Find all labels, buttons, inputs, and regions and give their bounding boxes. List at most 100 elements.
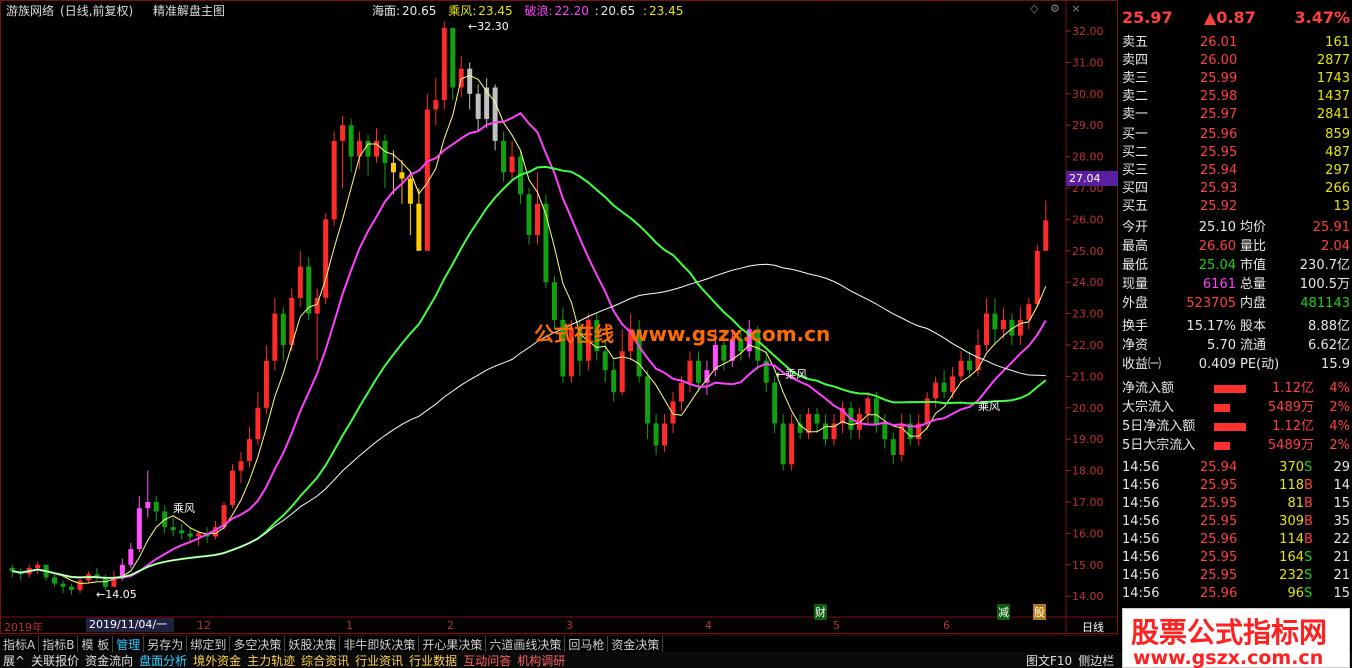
flow-bar xyxy=(1214,423,1246,431)
candle-body xyxy=(670,401,676,424)
bottom-tab[interactable]: 机构调研 xyxy=(514,652,568,668)
candle-body xyxy=(865,398,871,415)
candle-body xyxy=(246,439,252,462)
tab-item[interactable]: 指标B xyxy=(39,636,79,653)
tick-side: S xyxy=(1304,586,1313,601)
tick-price: 25.95 xyxy=(1200,550,1238,565)
marker-cai[interactable]: 财 xyxy=(814,604,827,620)
tick-volume: 164 xyxy=(1279,550,1304,565)
candle-body xyxy=(136,508,142,550)
kline-svg[interactable]: 32.0031.0030.0029.0028.0027.0026.0025.00… xyxy=(0,0,1118,634)
tick-side: S xyxy=(1304,550,1313,565)
y-tick-label: 22.00 xyxy=(1072,339,1104,352)
bid-row[interactable]: 买三 25.94 297 xyxy=(1122,162,1352,180)
stat-value: 8.88亿 xyxy=(1308,319,1350,334)
tab-item[interactable]: 指标A xyxy=(0,636,40,653)
ask-row[interactable]: 卖一 25.97 2841 xyxy=(1122,106,1352,124)
tick-time: 14:56 xyxy=(1122,550,1160,565)
tick-time: 14:56 xyxy=(1122,532,1160,547)
candle-body xyxy=(441,27,447,101)
period-type: (日线,前复权) xyxy=(60,4,134,18)
bottom-tab[interactable]: 互动问答 xyxy=(460,652,514,668)
indicator-tabs: 指标A 指标B 模 板管理 另存为 绑定到 多空决策 妖股决策 非牛即妖决策 开心果决策 六道画线… xyxy=(0,635,1118,653)
candle-body xyxy=(933,382,939,399)
tab-item[interactable]: 妖股决策 xyxy=(285,636,341,653)
ask-row[interactable]: 卖三 25.99 1743 xyxy=(1122,70,1352,88)
flow-row: 5日大宗流入 5489万 2% xyxy=(1122,437,1352,455)
bottom-right-link[interactable]: 侧边栏 xyxy=(1075,652,1117,668)
bottom-tab[interactable]: 资金流向 xyxy=(82,652,136,668)
bottom-tab[interactable]: 行业数据 xyxy=(406,652,460,668)
candle-body xyxy=(721,345,727,361)
bid-volume: 297 xyxy=(1325,163,1350,178)
marker-jian[interactable]: 减 xyxy=(997,604,1010,620)
tab-item[interactable]: 模 板 xyxy=(78,636,114,653)
ask-row[interactable]: 卖四 26.00 2877 xyxy=(1122,52,1352,70)
tick-row: 14:56 25.96 96 S 15 xyxy=(1122,585,1352,603)
y-tick-label: 30.00 xyxy=(1072,88,1104,101)
bid-volume: 487 xyxy=(1325,145,1350,160)
bid-row[interactable]: 买一 25.96 859 xyxy=(1122,126,1352,144)
stat-value: 5.70 xyxy=(1207,338,1236,353)
stat-label: 量比 xyxy=(1240,239,1267,254)
ask-row[interactable]: 卖二 25.98 1437 xyxy=(1122,88,1352,106)
stock-name: 游族网络 xyxy=(6,4,55,18)
tab-item[interactable]: 开心果决策 xyxy=(419,636,487,653)
tab-item[interactable]: 绑定到 xyxy=(187,636,231,653)
candle-body xyxy=(645,376,651,424)
tab-item[interactable]: 六道画线决策 xyxy=(486,636,566,653)
candle-body xyxy=(1034,250,1040,305)
tick-row: 14:56 25.95 164 S 21 xyxy=(1122,549,1352,567)
bottom-tab[interactable]: 盘面分析 xyxy=(136,652,190,668)
ask-price: 25.98 xyxy=(1200,89,1238,104)
tab-item[interactable]: 多空决策 xyxy=(230,636,286,653)
flow-label: 5日大宗流入 xyxy=(1122,438,1196,453)
candle-body xyxy=(967,360,973,371)
legend-chengfeng-label: 乘风: xyxy=(448,4,477,18)
candle-body xyxy=(52,577,58,584)
candle-body xyxy=(882,423,888,440)
site-text-b: www.gszx.com.cn xyxy=(630,322,831,346)
candle-body xyxy=(789,423,795,465)
ask-volume: 2841 xyxy=(1316,107,1350,122)
stat-label: PE(动) xyxy=(1240,357,1280,372)
diamond-icon[interactable]: ◇ xyxy=(1030,2,1038,15)
ask-row[interactable]: 卖五 26.01 161 xyxy=(1122,34,1352,52)
bottom-tab[interactable]: 行业资讯 xyxy=(352,652,406,668)
bottom-tab[interactable]: 综合资讯 xyxy=(298,652,352,668)
candle-body xyxy=(1000,319,1006,330)
tab-item[interactable]: 管理 xyxy=(113,636,145,653)
y-tick-label: 15.00 xyxy=(1072,559,1104,572)
tab-item[interactable]: 资金决策 xyxy=(608,636,664,653)
bid-row[interactable]: 买二 25.95 487 xyxy=(1122,144,1352,162)
x-label-1: 12 xyxy=(197,619,211,632)
y-tick-label: 17.00 xyxy=(1072,496,1104,509)
bottom-tab[interactable]: 关联报价 xyxy=(28,652,82,668)
tab-item[interactable]: 非牛即妖决策 xyxy=(340,636,420,653)
close-icon[interactable]: × xyxy=(1071,2,1080,15)
tick-count: 35 xyxy=(1333,514,1350,529)
settings-icon[interactable]: ⚙ xyxy=(1050,2,1060,15)
tick-side: B xyxy=(1304,514,1313,529)
indicator-legend: 海面: 20.65 乘风: 23.45 破浪: 22.20 :20.65 :23.45 xyxy=(372,2,685,19)
candle-body xyxy=(611,370,617,393)
stat-label: 净资 xyxy=(1122,338,1149,353)
candle-body xyxy=(348,125,354,157)
period-label[interactable]: 日线 xyxy=(1082,619,1104,635)
kline-chart[interactable]: 32.00 31.00 30.00 29.00 28.00 27.00 26.00 25.00… xyxy=(0,0,1118,634)
stat-label: 市值 xyxy=(1240,258,1267,273)
tick-count: 29 xyxy=(1333,460,1350,475)
bid-row[interactable]: 买四 25.93 266 xyxy=(1122,180,1352,198)
bottom-tab[interactable]: 主力轨迹 xyxy=(244,652,298,668)
tick-price: 25.95 xyxy=(1200,568,1238,583)
stat-value: 15.9 xyxy=(1321,357,1350,372)
bottom-right-link[interactable]: 图文F10 xyxy=(1023,652,1075,668)
bottom-tab[interactable]: 展^ xyxy=(0,652,28,668)
candle-body xyxy=(467,68,473,94)
bid-row[interactable]: 买五 25.92 13 xyxy=(1122,198,1352,216)
bottom-tab[interactable]: 境外资金 xyxy=(190,652,244,668)
tab-item[interactable]: 另存为 xyxy=(144,636,188,653)
tab-item[interactable]: 回马枪 xyxy=(565,636,609,653)
marker-gu[interactable]: 股 xyxy=(1033,604,1046,620)
candle-body xyxy=(331,140,337,220)
